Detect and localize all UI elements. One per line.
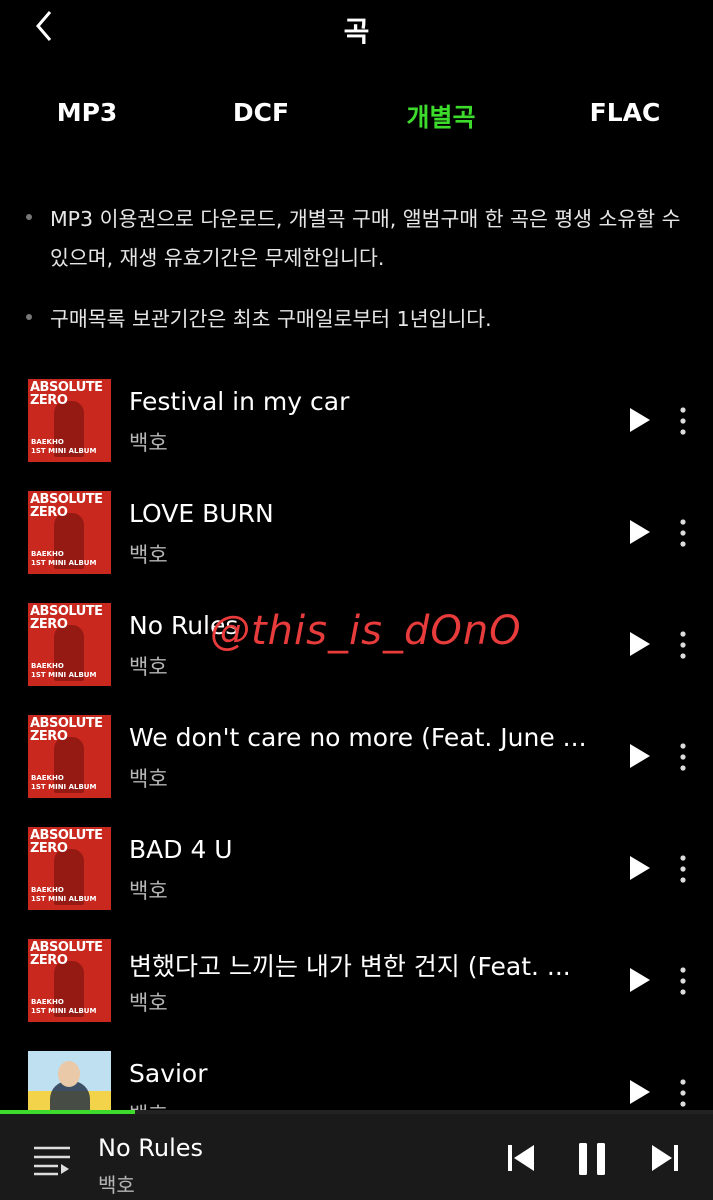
tab-flac[interactable]: FLAC xyxy=(550,98,700,127)
next-track-button[interactable] xyxy=(650,1142,680,1174)
more-vertical-icon xyxy=(680,631,686,659)
play-icon xyxy=(630,520,650,544)
play-icon xyxy=(630,408,650,432)
playlist-button[interactable] xyxy=(32,1144,72,1176)
play-button[interactable] xyxy=(628,407,652,433)
track-title: BAD 4 U xyxy=(129,835,233,864)
more-vertical-icon xyxy=(680,855,686,883)
watermark-text: @this_is_dOnO xyxy=(210,608,522,654)
previous-track-button[interactable] xyxy=(506,1142,536,1174)
more-vertical-icon xyxy=(680,519,686,547)
cover-subtitle-text: BAEKHO 1ST MINI ALBUM xyxy=(31,774,97,791)
page-title: 곡 xyxy=(343,15,370,48)
tab-dcf[interactable]: DCF xyxy=(186,98,336,127)
track-row[interactable]: ABSOLUTE ZERO BAEKHO 1ST MINI ALBUM LOVE… xyxy=(0,482,713,582)
play-button[interactable] xyxy=(628,855,652,881)
playlist-icon xyxy=(34,1146,70,1176)
header: 곡 xyxy=(0,0,713,60)
notice-text: MP3 이용권으로 다운로드, 개별곡 구매, 앨범구매 한 곡은 평생 소유할… xyxy=(50,207,681,270)
pause-icon xyxy=(579,1143,605,1175)
cover-subtitle-text: BAEKHO 1ST MINI ALBUM xyxy=(31,550,97,567)
skip-previous-icon xyxy=(508,1145,534,1171)
play-button[interactable] xyxy=(628,1079,652,1105)
play-icon xyxy=(630,632,650,656)
notice-item: MP3 이용권으로 다운로드, 개별곡 구매, 앨범구매 한 곡은 평생 소유할… xyxy=(26,200,696,278)
play-button[interactable] xyxy=(628,631,652,657)
track-row[interactable]: ABSOLUTE ZERO BAEKHO 1ST MINI ALBUM 변했다고… xyxy=(0,930,713,1030)
more-vertical-icon xyxy=(680,407,686,435)
play-button[interactable] xyxy=(628,743,652,769)
now-playing-artist: 백호 xyxy=(98,1173,135,1197)
album-cover: ABSOLUTE ZERO BAEKHO 1ST MINI ALBUM xyxy=(28,715,111,798)
more-options-button[interactable] xyxy=(672,630,694,660)
cover-title-text: ABSOLUTE ZERO xyxy=(30,828,103,856)
track-title: LOVE BURN xyxy=(129,499,274,528)
more-vertical-icon xyxy=(680,743,686,771)
play-icon xyxy=(630,856,650,880)
track-title: Festival in my car xyxy=(129,387,350,416)
more-options-button[interactable] xyxy=(672,966,694,996)
tab-mp3[interactable]: MP3 xyxy=(12,98,162,127)
notice-text: 구매목록 보관기간은 최초 구매일로부터 1년입니다. xyxy=(50,307,492,331)
notice-item: 구매목록 보관기간은 최초 구매일로부터 1년입니다. xyxy=(26,300,696,339)
album-cover: ABSOLUTE ZERO BAEKHO 1ST MINI ALBUM xyxy=(28,491,111,574)
more-options-button[interactable] xyxy=(672,406,694,436)
track-row[interactable]: ABSOLUTE ZERO BAEKHO 1ST MINI ALBUM BAD … xyxy=(0,818,713,918)
bullet-icon xyxy=(26,214,32,220)
album-cover: ABSOLUTE ZERO BAEKHO 1ST MINI ALBUM xyxy=(28,827,111,910)
more-options-button[interactable] xyxy=(672,742,694,772)
play-icon xyxy=(630,1080,650,1104)
skip-next-icon xyxy=(652,1145,678,1171)
album-cover: ABSOLUTE ZERO BAEKHO 1ST MINI ALBUM xyxy=(28,939,111,1022)
album-cover: ABSOLUTE ZERO BAEKHO 1ST MINI ALBUM xyxy=(28,603,111,686)
track-artist: 백호 xyxy=(129,655,168,679)
track-artist: 백호 xyxy=(129,543,168,567)
cover-head xyxy=(58,1061,80,1087)
cover-title-text: ABSOLUTE ZERO xyxy=(30,716,103,744)
track-title: 변했다고 느끼는 내가 변한 건지 (Feat. ... xyxy=(129,952,571,981)
pause-button[interactable] xyxy=(575,1141,609,1177)
track-row[interactable]: ABSOLUTE ZERO BAEKHO 1ST MINI ALBUM We d… xyxy=(0,706,713,806)
track-artist: 백호 xyxy=(129,431,168,455)
play-button[interactable] xyxy=(628,519,652,545)
bullet-icon xyxy=(26,314,32,320)
tab-individual-songs[interactable]: 개별곡 xyxy=(366,98,516,134)
mini-player: No Rules 백호 xyxy=(0,1114,713,1200)
cover-title-text: ABSOLUTE ZERO xyxy=(30,380,103,408)
more-vertical-icon xyxy=(680,967,686,995)
cover-subtitle-text: BAEKHO 1ST MINI ALBUM xyxy=(31,438,97,455)
cover-subtitle-text: BAEKHO 1ST MINI ALBUM xyxy=(31,886,97,903)
tab-bar: MP3 DCF 개별곡 FLAC xyxy=(0,98,713,138)
cover-title-text: ABSOLUTE ZERO xyxy=(30,940,103,968)
track-artist: 백호 xyxy=(129,991,168,1015)
play-icon xyxy=(630,968,650,992)
cover-subtitle-text: BAEKHO 1ST MINI ALBUM xyxy=(31,662,97,679)
track-title: We don't care no more (Feat. June ... xyxy=(129,723,587,752)
more-options-button[interactable] xyxy=(672,854,694,884)
more-options-button[interactable] xyxy=(672,518,694,548)
track-artist: 백호 xyxy=(129,767,168,791)
play-icon xyxy=(630,744,650,768)
cover-subtitle-text: BAEKHO 1ST MINI ALBUM xyxy=(31,998,97,1015)
more-vertical-icon xyxy=(680,1079,686,1107)
play-button[interactable] xyxy=(628,967,652,993)
cover-title-text: ABSOLUTE ZERO xyxy=(30,492,103,520)
more-options-button[interactable] xyxy=(672,1078,694,1108)
track-title: Savior xyxy=(129,1059,208,1088)
track-artist: 백호 xyxy=(129,879,168,903)
track-row[interactable]: ABSOLUTE ZERO BAEKHO 1ST MINI ALBUM Fest… xyxy=(0,370,713,470)
now-playing-title: No Rules xyxy=(98,1134,204,1162)
cover-title-text: ABSOLUTE ZERO xyxy=(30,604,103,632)
album-cover: ABSOLUTE ZERO BAEKHO 1ST MINI ALBUM xyxy=(28,379,111,462)
